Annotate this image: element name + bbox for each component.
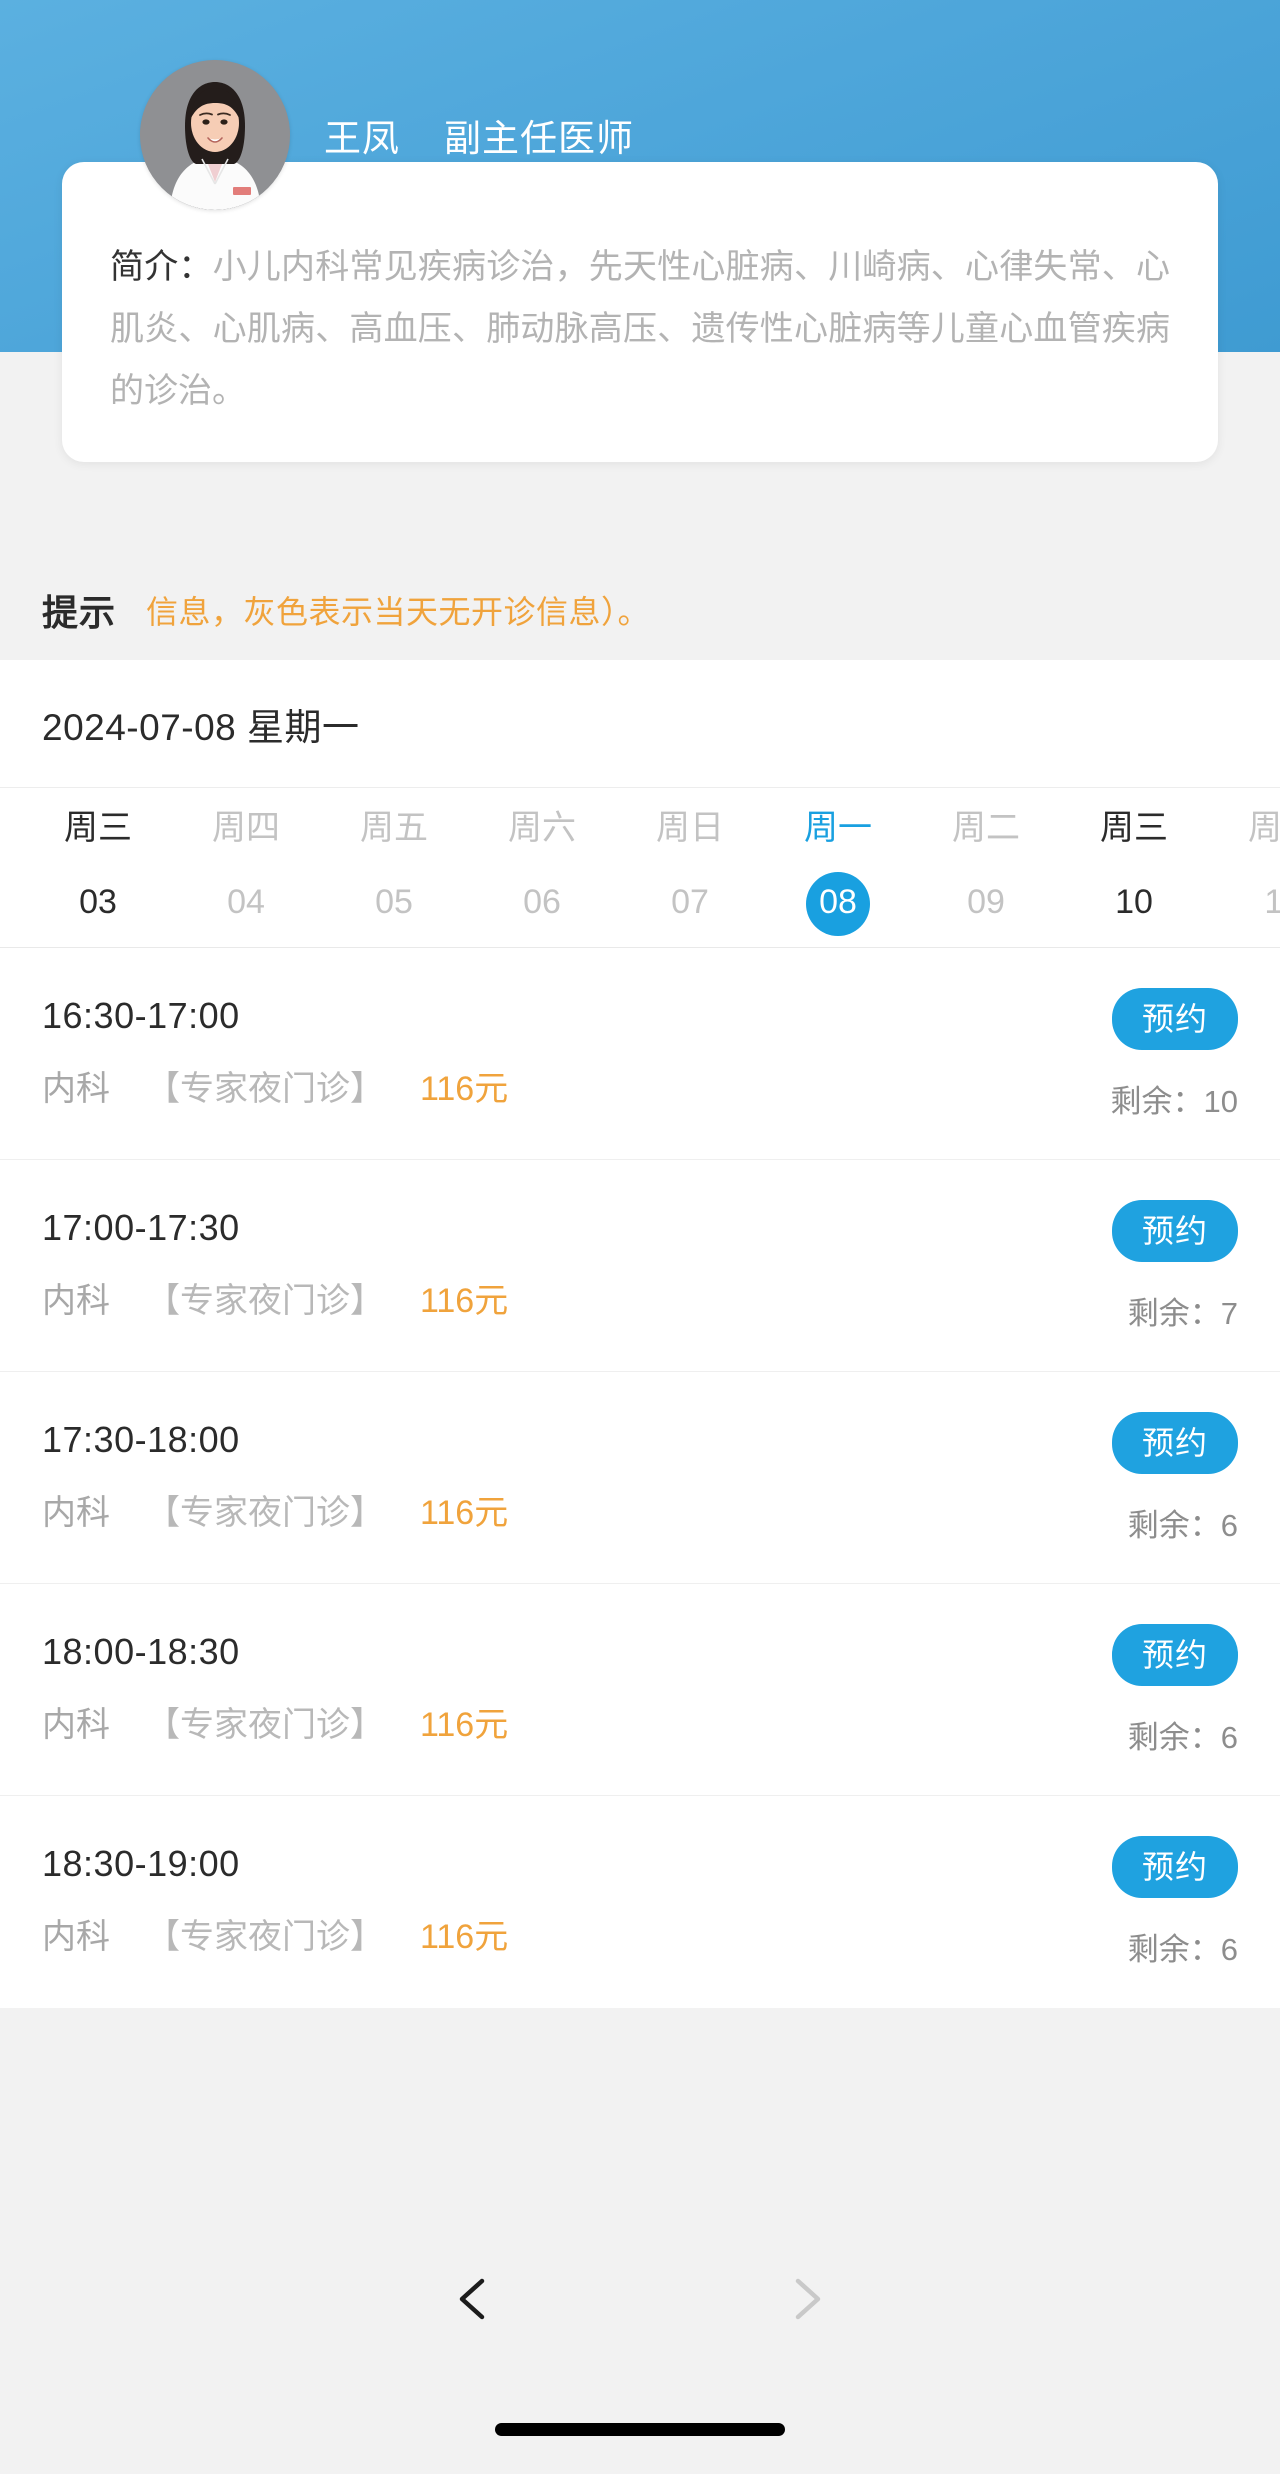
slot-remaining-count: 剩余：6 — [1127, 1932, 1238, 1967]
day-number-label: 06 — [523, 883, 561, 921]
app-screen: 王凤 副主任医师 简介：小儿内科常见疾病诊治，先天性心脏病、川崎病、心律失常、心… — [0, 0, 1280, 2474]
week-date-strip[interactable]: 周三 03 周四 04 周五 05 周六 06 周日 07 周一 08 周二 09 周三 10 周四 11 — [0, 788, 1280, 948]
chevron-left-icon[interactable] — [430, 2254, 520, 2344]
hint-text: 信息，灰色表示当天无开诊信息）。 — [146, 594, 651, 630]
day-weekday-label: 周三 — [64, 809, 132, 847]
slot-remaining-count: 剩余：6 — [1127, 1508, 1238, 1543]
slot-clinic-type: 【专家夜门诊】 — [146, 1070, 384, 1108]
selected-date-title: 2024-07-08 星期一 — [42, 706, 360, 748]
appointment-slot-row[interactable]: 17:30-18:00 内科 【专家夜门诊】 116元 预约剩余：6 — [0, 1372, 1280, 1584]
hint-banner: 提示 信息，灰色表示当天无开诊信息）。 — [0, 570, 1280, 650]
day-number-label: 04 — [227, 883, 265, 921]
day-number-label: 11 — [1264, 883, 1280, 921]
day-cell[interactable]: 周三 10 — [1060, 788, 1208, 936]
slot-department: 内科 — [42, 1494, 110, 1532]
appointment-slot-row[interactable]: 18:30-19:00 内科 【专家夜门诊】 116元 预约剩余：6 — [0, 1796, 1280, 2008]
slot-clinic-type: 【专家夜门诊】 — [146, 1918, 384, 1956]
slot-remaining-count: 剩余：7 — [1127, 1296, 1238, 1331]
selected-date-bar: 2024-07-08 星期一 — [0, 660, 1280, 788]
slot-price: 116元 — [420, 1494, 509, 1532]
slot-time: 17:30-18:00 — [42, 1419, 240, 1460]
home-indicator — [495, 2423, 785, 2436]
slot-clinic-type: 【专家夜门诊】 — [146, 1282, 384, 1320]
appointment-slot-row[interactable]: 16:30-17:00 内科 【专家夜门诊】 116元 预约剩余：10 — [0, 948, 1280, 1160]
chevron-right-icon[interactable] — [760, 2254, 850, 2344]
slot-clinic-type: 【专家夜门诊】 — [146, 1706, 384, 1744]
slot-actions: 预约剩余：6 — [1111, 1836, 1238, 1969]
slot-department: 内科 — [42, 1282, 110, 1320]
bottom-navigation-bar — [0, 2244, 1280, 2354]
doctor-header: 王凤 副主任医师 — [140, 60, 634, 210]
day-cell[interactable]: 周三 03 — [24, 788, 172, 936]
slot-actions: 预约剩余：10 — [1111, 988, 1238, 1121]
intro-label: 简介： — [110, 248, 213, 286]
appointment-slot-list: 16:30-17:00 内科 【专家夜门诊】 116元 预约 剩余：10 17:00-17:… — [0, 948, 1280, 2008]
book-button[interactable]: 预约 — [1111, 1412, 1238, 1474]
day-weekday-label: 周三 — [1100, 809, 1168, 847]
slot-price: 116元 — [420, 1706, 509, 1744]
day-cell[interactable]: 周二 09 — [912, 788, 1060, 936]
slot-remaining-count: 剩余：10 — [1110, 1084, 1238, 1119]
day-cell[interactable]: 周一 08 — [764, 788, 912, 936]
slot-department: 内科 — [42, 1706, 110, 1744]
book-button[interactable]: 预约 — [1111, 988, 1238, 1050]
doctor-identity: 王凤 副主任医师 — [324, 108, 634, 162]
slot-department: 内科 — [42, 1918, 110, 1956]
day-weekday-label: 周一 — [804, 809, 872, 847]
book-button[interactable]: 预约 — [1111, 1200, 1238, 1262]
doctor-title: 副主任医师 — [444, 118, 634, 159]
day-cell[interactable]: 周四 04 — [172, 788, 320, 936]
slot-price: 116元 — [420, 1282, 509, 1320]
doctor-intro-text: 简介：小儿内科常见疾病诊治，先天性心脏病、川崎病、心律失常、心肌炎、心肌病、高血… — [110, 236, 1170, 422]
slot-meta: 内科 【专家夜门诊】 116元 — [42, 1914, 1238, 1960]
doctor-name: 王凤 — [324, 118, 400, 159]
day-weekday-label: 周四 — [1248, 809, 1280, 847]
hint-label: 提示 — [42, 592, 117, 633]
slot-price: 116元 — [420, 1918, 509, 1956]
day-number-label: 03 — [79, 883, 117, 921]
avatar — [140, 60, 290, 210]
slot-time: 18:00-18:30 — [42, 1631, 240, 1672]
slot-time: 18:30-19:00 — [42, 1843, 240, 1884]
day-cell[interactable]: 周六 06 — [468, 788, 616, 936]
slot-meta: 内科 【专家夜门诊】 116元 — [42, 1278, 1238, 1324]
appointment-slot-row[interactable]: 18:00-18:30 内科 【专家夜门诊】 116元 预约剩余：6 — [0, 1584, 1280, 1796]
slot-meta: 内科 【专家夜门诊】 116元 — [42, 1066, 1238, 1112]
slot-price: 116元 — [420, 1070, 509, 1108]
slot-department: 内科 — [42, 1070, 110, 1108]
day-weekday-label: 周四 — [212, 809, 280, 847]
appointment-slot-row[interactable]: 17:00-17:30 内科 【专家夜门诊】 116元 预约剩余：7 — [0, 1160, 1280, 1372]
slot-remaining-count: 剩余：6 — [1127, 1720, 1238, 1755]
day-weekday-label: 周日 — [656, 809, 724, 847]
slot-clinic-type: 【专家夜门诊】 — [146, 1494, 384, 1532]
slot-time: 16:30-17:00 — [42, 995, 240, 1036]
day-weekday-label: 周六 — [508, 809, 576, 847]
slot-actions: 预约剩余：6 — [1111, 1412, 1238, 1545]
book-button[interactable]: 预约 — [1111, 1836, 1238, 1898]
day-cell[interactable]: 周五 05 — [320, 788, 468, 936]
day-cell[interactable]: 周四 11 — [1208, 788, 1280, 936]
book-button[interactable]: 预约 — [1111, 1624, 1238, 1686]
intro-body: 小儿内科常见疾病诊治，先天性心脏病、川崎病、心律失常、心肌炎、心肌病、高血压、肺… — [110, 248, 1171, 410]
slot-actions: 预约剩余：6 — [1111, 1624, 1238, 1757]
slot-actions: 预约剩余：7 — [1111, 1200, 1238, 1333]
day-number-label: 09 — [967, 883, 1005, 921]
day-number-label: 10 — [1115, 883, 1153, 921]
day-number-label: 07 — [671, 883, 709, 921]
slot-time: 17:00-17:30 — [42, 1207, 240, 1248]
slot-meta: 内科 【专家夜门诊】 116元 — [42, 1490, 1238, 1536]
day-weekday-label: 周二 — [952, 809, 1020, 847]
day-weekday-label: 周五 — [360, 809, 428, 847]
slot-meta: 内科 【专家夜门诊】 116元 — [42, 1702, 1238, 1748]
day-number-label: 05 — [375, 883, 413, 921]
day-number-label: 08 — [806, 872, 870, 936]
day-cell[interactable]: 周日 07 — [616, 788, 764, 936]
bottom-spacer — [0, 2008, 1280, 2474]
